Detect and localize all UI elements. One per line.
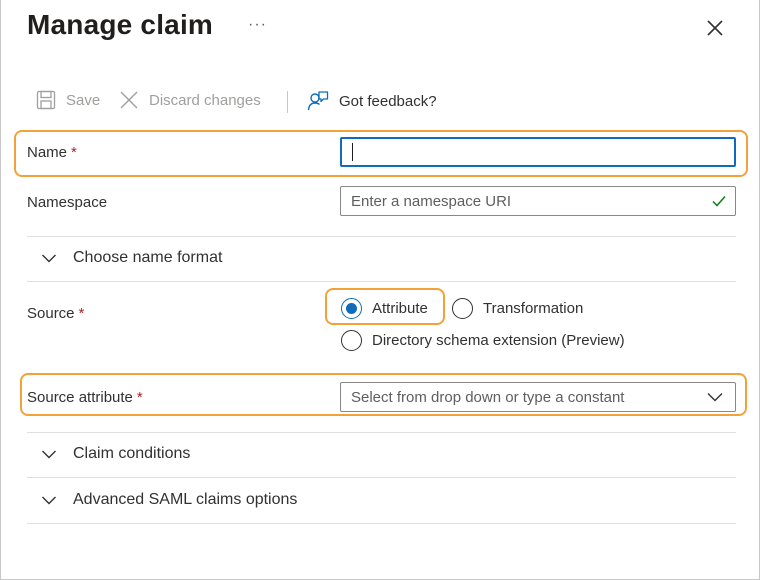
source-attribute-dropdown[interactable]: Select from drop down or type a constant bbox=[340, 382, 736, 412]
save-label: Save bbox=[66, 91, 101, 109]
discard-changes-button[interactable]: Discard changes bbox=[119, 90, 261, 110]
name-label: Name * bbox=[27, 144, 77, 161]
radio-attribute[interactable]: Attribute bbox=[341, 298, 428, 319]
radio-selected-icon bbox=[341, 298, 362, 319]
radio-directory-schema-extension[interactable]: Directory schema extension (Preview) bbox=[341, 330, 625, 351]
radio-directory-schema-extension-label: Directory schema extension (Preview) bbox=[372, 332, 625, 349]
required-mark: * bbox=[71, 144, 77, 161]
advanced-saml-claims-expander[interactable]: Advanced SAML claims options bbox=[41, 491, 297, 509]
radio-unselected-icon bbox=[341, 330, 362, 351]
feedback-label: Got feedback? bbox=[339, 92, 437, 110]
required-mark: * bbox=[136, 389, 143, 406]
radio-transformation-label: Transformation bbox=[483, 300, 584, 317]
save-icon bbox=[36, 90, 56, 110]
namespace-input[interactable]: Enter a namespace URI bbox=[340, 186, 736, 216]
toolbar-separator bbox=[287, 91, 288, 113]
close-button[interactable] bbox=[703, 16, 727, 40]
source-attribute-label: Source attribute * bbox=[27, 389, 143, 406]
required-mark: * bbox=[78, 305, 85, 322]
check-icon bbox=[712, 196, 726, 207]
divider bbox=[27, 523, 736, 524]
feedback-icon bbox=[307, 91, 329, 111]
source-attribute-placeholder: Select from drop down or type a constant bbox=[351, 388, 625, 406]
choose-name-format-label: Choose name format bbox=[73, 249, 223, 266]
advanced-saml-claims-label: Advanced SAML claims options bbox=[73, 491, 298, 508]
chevron-down-icon bbox=[42, 496, 56, 505]
manage-claim-panel: Manage claim ··· Save Discard changes Go… bbox=[0, 0, 760, 580]
source-label: Source * bbox=[27, 305, 84, 322]
discard-label: Discard changes bbox=[149, 91, 261, 109]
radio-unselected-icon bbox=[452, 298, 473, 319]
feedback-button[interactable]: Got feedback? bbox=[307, 90, 437, 112]
namespace-label: Namespace bbox=[27, 194, 108, 211]
divider bbox=[27, 236, 736, 237]
divider bbox=[27, 477, 736, 478]
choose-name-format-expander[interactable]: Choose name format bbox=[41, 249, 222, 267]
chevron-down-icon bbox=[707, 393, 723, 402]
name-input[interactable] bbox=[340, 137, 736, 167]
page-title: Manage claim bbox=[27, 9, 214, 40]
discard-icon bbox=[120, 91, 138, 109]
radio-attribute-label: Attribute bbox=[372, 300, 428, 317]
source-label-text: Source bbox=[27, 305, 75, 322]
more-options-button[interactable]: ··· bbox=[248, 16, 267, 34]
claim-conditions-label: Claim conditions bbox=[73, 445, 191, 462]
chevron-down-icon bbox=[42, 254, 56, 263]
divider bbox=[27, 281, 736, 282]
text-caret bbox=[352, 143, 353, 161]
chevron-down-icon bbox=[42, 450, 56, 459]
divider bbox=[27, 432, 736, 433]
source-attribute-label-text: Source attribute bbox=[27, 389, 133, 406]
namespace-placeholder: Enter a namespace URI bbox=[351, 192, 512, 210]
close-icon bbox=[707, 20, 723, 36]
radio-transformation[interactable]: Transformation bbox=[452, 298, 583, 319]
name-label-text: Name bbox=[27, 144, 68, 161]
claim-conditions-expander[interactable]: Claim conditions bbox=[41, 445, 190, 463]
save-button[interactable]: Save bbox=[36, 90, 100, 110]
